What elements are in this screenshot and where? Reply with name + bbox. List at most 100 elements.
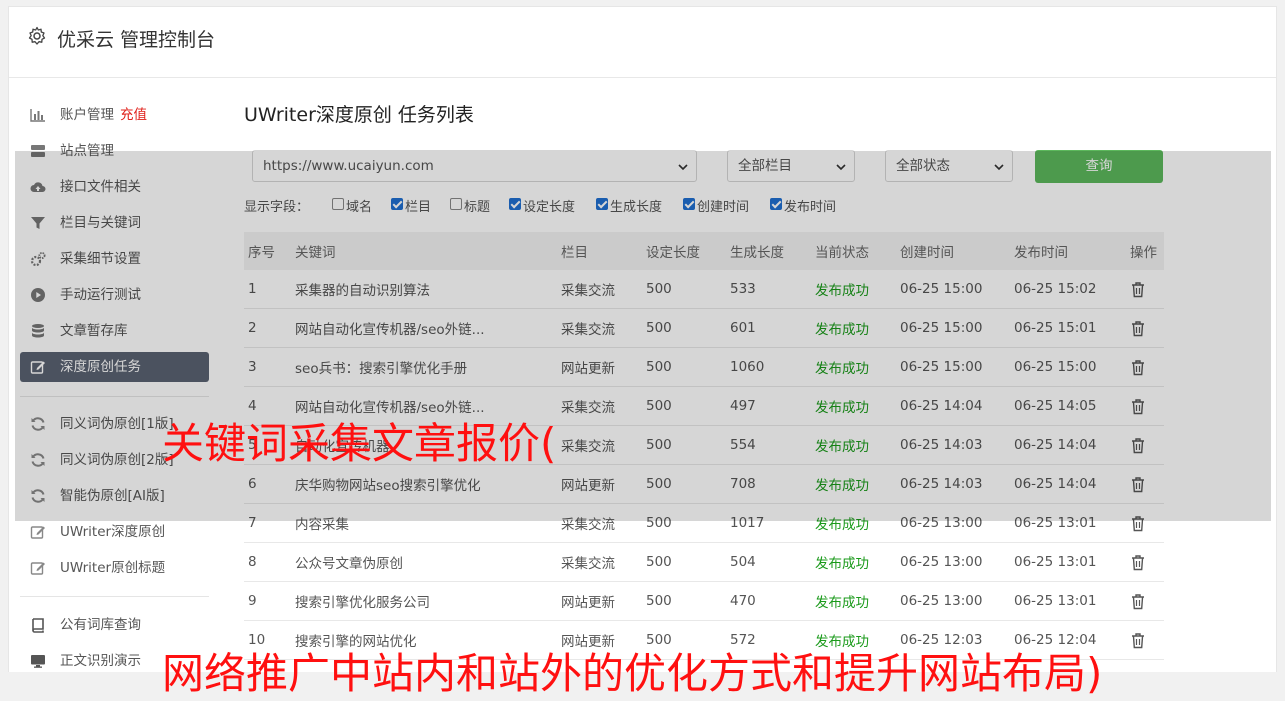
delete-action[interactable]: [1126, 386, 1164, 426]
table-cell: 06-25 14:04: [1010, 464, 1126, 504]
sidebar-item-deep-original-tasks[interactable]: 深度原创任务: [20, 352, 209, 382]
edit-icon: [30, 361, 45, 374]
sidebar-item-columns-keywords[interactable]: 栏目与关键词: [20, 208, 209, 238]
trash-icon[interactable]: [1130, 632, 1146, 649]
table-cell: 06-25 15:00: [1010, 347, 1126, 387]
sidebar-item-account[interactable]: 账户管理 充值: [20, 100, 209, 130]
trash-icon[interactable]: [1130, 515, 1146, 532]
recharge-link[interactable]: 充值: [120, 107, 147, 123]
column-header: 关键词: [291, 232, 557, 270]
table-cell: 497: [726, 386, 811, 426]
trash-icon[interactable]: [1130, 593, 1146, 610]
checkbox-label: 创建时间: [697, 200, 750, 215]
checkbox-label: 生成长度: [610, 200, 663, 215]
gear-icon: [28, 26, 46, 45]
table-cell: 06-25 13:01: [1010, 581, 1126, 621]
table-cell: 网站自动化宣传机器/seo外链...: [291, 308, 557, 348]
table-cell: 500: [642, 347, 726, 387]
sidebar-item-collect-settings[interactable]: 采集细节设置: [20, 244, 209, 274]
delete-action[interactable]: [1126, 308, 1164, 348]
sidebar-item-manual-run[interactable]: 手动运行测试: [20, 280, 209, 310]
sidebar-item-label: 接口文件相关: [60, 179, 141, 195]
trash-icon[interactable]: [1130, 359, 1146, 376]
table-cell: 发布成功: [811, 542, 896, 582]
checkbox: [391, 198, 403, 210]
query-button[interactable]: 查询: [1035, 150, 1163, 183]
table-cell: 06-25 14:04: [1010, 425, 1126, 465]
column-select-value: 全部栏目: [738, 158, 792, 174]
delete-action[interactable]: [1126, 464, 1164, 504]
table-cell: 网站更新: [557, 581, 642, 621]
trash-icon[interactable]: [1130, 281, 1146, 298]
table-cell: 06-25 15:00: [896, 270, 1010, 309]
table-cell: 500: [642, 425, 726, 465]
delete-action[interactable]: [1126, 581, 1164, 621]
table-cell: 发布成功: [811, 425, 896, 465]
table-cell: 发布成功: [811, 581, 896, 621]
database-icon: [32, 324, 44, 338]
sidebar-item-label: 文章暂存库: [60, 323, 128, 339]
sidebar-item-public-lexicon[interactable]: 公有词库查询: [20, 610, 209, 640]
book-icon: [32, 618, 44, 633]
status-select-value: 全部状态: [896, 158, 950, 174]
table-cell: seo兵书：搜索引擎优化手册: [291, 347, 557, 387]
table-cell: 发布成功: [811, 308, 896, 348]
table-cell: 06-25 14:04: [896, 386, 1010, 426]
sidebar-item-uwriter-deep[interactable]: UWriter深度原创: [20, 517, 209, 547]
site-select[interactable]: https://www.ucaiyun.com: [252, 150, 697, 182]
status-select[interactable]: 全部状态: [885, 150, 1013, 182]
table-cell: 1060: [726, 347, 811, 387]
table-cell: 06-25 15:02: [1010, 270, 1126, 309]
delete-action[interactable]: [1126, 425, 1164, 465]
trash-icon[interactable]: [1130, 398, 1146, 415]
trash-icon[interactable]: [1130, 554, 1146, 571]
table-header-row: 序号 关键词 栏目 设定长度 生成长度 当前状态 创建时间 发布时间 操作: [244, 232, 1164, 270]
delete-action[interactable]: [1126, 542, 1164, 582]
sidebar-item-ai-rewrite[interactable]: 智能伪原创[AI版]: [20, 481, 209, 511]
table-cell: 504: [726, 542, 811, 582]
checkbox: [596, 198, 608, 210]
sidebar-item-label: 采集细节设置: [60, 251, 141, 267]
table-cell: 9: [244, 581, 291, 621]
trash-icon[interactable]: [1130, 476, 1146, 493]
column-header: 发布时间: [1010, 232, 1126, 270]
checkbox-label: 设定长度: [523, 200, 576, 215]
delete-action[interactable]: [1126, 503, 1164, 543]
sidebar-item-label: 深度原创任务: [60, 359, 141, 375]
table-cell: 发布成功: [811, 503, 896, 543]
table-cell: 1017: [726, 503, 811, 543]
sidebar-item-article-store[interactable]: 文章暂存库: [20, 316, 209, 346]
delete-action[interactable]: [1126, 620, 1164, 660]
column-header: 当前状态: [811, 232, 896, 270]
trash-icon[interactable]: [1130, 437, 1146, 454]
table-cell: 06-25 13:01: [1010, 503, 1126, 543]
column-select[interactable]: 全部栏目: [727, 150, 855, 182]
table-row: 8 公众号文章伪原创 采集交流 500 504 发布成功 06-25 13:00 06-25 …: [244, 542, 1164, 582]
chevron-down-icon: [994, 164, 1004, 171]
table-cell: 06-25 13:00: [896, 503, 1010, 543]
sidebar-item-uwriter-title[interactable]: UWriter原创标题: [20, 553, 209, 583]
table-cell: 06-25 14:03: [896, 464, 1010, 504]
sidebar-divider: [20, 596, 209, 597]
sidebar-item-label: 栏目与关键词: [60, 215, 141, 231]
sidebar-item-sites[interactable]: 站点管理: [20, 136, 209, 166]
table-cell: 发布成功: [811, 347, 896, 387]
table-cell: 2: [244, 308, 291, 348]
sidebar-item-interface-files[interactable]: 接口文件相关: [20, 172, 209, 202]
trash-icon[interactable]: [1130, 320, 1146, 337]
table-cell: 搜索引擎优化服务公司: [291, 581, 557, 621]
table-cell: 500: [642, 308, 726, 348]
table-row: 1 采集器的自动识别算法 采集交流 500 533 发布成功 06-25 15:00 06-2…: [244, 270, 1164, 309]
delete-action[interactable]: [1126, 347, 1164, 387]
table-cell: 470: [726, 581, 811, 621]
table-cell: 06-25 13:01: [1010, 542, 1126, 582]
chevron-down-icon: [836, 164, 846, 171]
table-cell: 06-25 14:03: [896, 425, 1010, 465]
delete-action[interactable]: [1126, 270, 1164, 309]
edit-icon: [30, 526, 45, 539]
table-cell: 500: [642, 542, 726, 582]
table-cell: 500: [642, 464, 726, 504]
overlay-caption-1: 关键词采集文章报价(: [162, 419, 557, 468]
table-cell: 采集交流: [557, 308, 642, 348]
sidebar-item-label: 公有词库查询: [60, 617, 141, 633]
